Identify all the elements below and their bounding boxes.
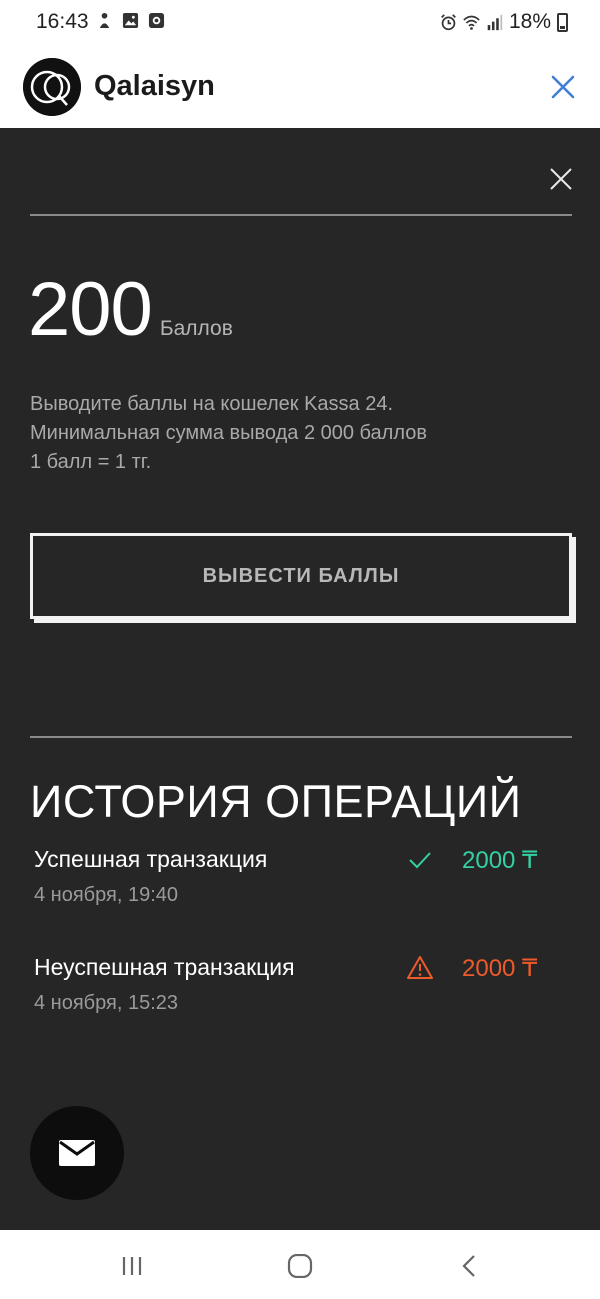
divider [30, 214, 572, 216]
record-icon [148, 12, 165, 29]
qalaisyn-logo-icon [23, 58, 81, 116]
points-balance: 200 Баллов [28, 266, 233, 353]
check-icon [409, 852, 431, 869]
status-bar: 16:43 18% [0, 0, 600, 48]
transaction-title: Успешная транзакция [34, 846, 268, 872]
transaction-amount: 2000 ₸ [462, 847, 538, 874]
transaction-item[interactable]: Успешная транзакция 4 ноября, 19:40 2000… [34, 846, 564, 916]
transaction-date: 4 ноября, 19:40 [34, 884, 179, 906]
battery-icon [557, 12, 568, 32]
transaction-amount: 2000 ₸ [462, 955, 538, 982]
points-panel: 200 Баллов Выводите баллы на кошелек Kas… [0, 128, 600, 1230]
points-unit: Баллов [159, 317, 233, 340]
signal-icon [487, 14, 503, 30]
warning-icon [407, 956, 433, 979]
transaction-item[interactable]: Неуспешная транзакция 4 ноября, 15:23 20… [34, 954, 564, 1024]
info-line: Выводите баллы на кошелек Kassa 24. [30, 393, 394, 415]
close-icon[interactable] [548, 72, 578, 102]
app-header: Qalaisyn [0, 48, 600, 128]
status-time: 16:43 [36, 10, 89, 33]
system-nav-bar [0, 1230, 600, 1299]
divider [30, 736, 572, 738]
withdraw-points-button[interactable]: ВЫВЕСТИ БАЛЛЫ [30, 533, 572, 619]
transaction-title: Неуспешная транзакция [34, 954, 295, 980]
close-icon[interactable] [548, 166, 574, 192]
message-button[interactable] [30, 1106, 124, 1200]
puppet-icon [99, 12, 110, 29]
battery-level: 18% [508, 10, 551, 33]
withdraw-info: Выводите баллы на кошелек Kassa 24. Мини… [30, 390, 427, 477]
back-icon[interactable] [456, 1254, 484, 1278]
recent-apps-icon[interactable] [118, 1254, 146, 1278]
wifi-icon [463, 15, 480, 30]
image-icon [122, 12, 139, 29]
transaction-date: 4 ноября, 15:23 [34, 992, 179, 1014]
points-value: 200 [28, 267, 153, 352]
info-line: 1 балл = 1 тг. [30, 451, 152, 473]
app-brand-name: Qalaisyn [94, 70, 215, 102]
info-line: Минимальная сумма вывода 2 000 баллов [30, 422, 427, 444]
alarm-icon [441, 13, 456, 30]
history-title: ИСТОРИЯ ОПЕРАЦИЙ [30, 776, 522, 827]
home-icon[interactable] [286, 1254, 314, 1278]
mail-icon [59, 1140, 95, 1166]
